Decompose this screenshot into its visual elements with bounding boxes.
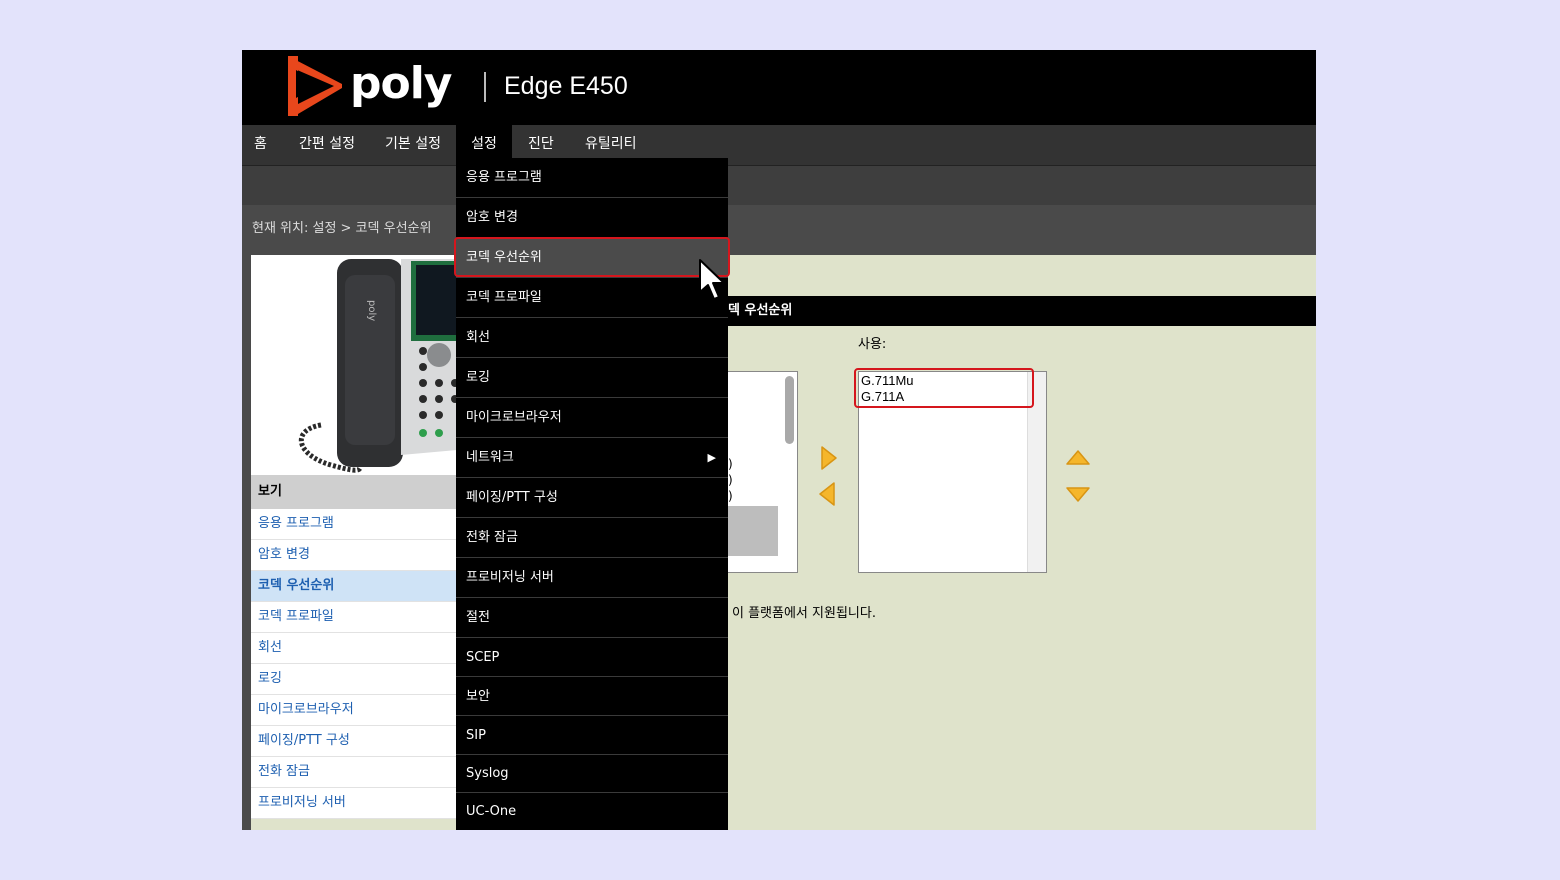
menu-item-syslog[interactable]: Syslog bbox=[456, 755, 728, 793]
menu-item-lines[interactable]: 회선 bbox=[456, 318, 728, 358]
sidebar-item-applications[interactable]: 응용 프로그램 bbox=[251, 509, 457, 540]
list-item[interactable]: ) bbox=[728, 488, 733, 504]
menu-item-paging-ptt[interactable]: 페이징/PTT 구성 bbox=[456, 478, 728, 518]
menu-item-applications[interactable]: 응용 프로그램 bbox=[456, 158, 728, 198]
disabled-codecs-list[interactable]: ) ) ) bbox=[728, 371, 798, 573]
menu-item-security[interactable]: 보안 bbox=[456, 677, 728, 716]
sidebar-item-codec-profile[interactable]: 코덱 프로파일 bbox=[251, 602, 457, 633]
sidebar-heading: 보기 bbox=[251, 475, 457, 509]
menu-item-power-saving[interactable]: 절전 bbox=[456, 598, 728, 638]
browser-window: poly Edge E450 홈 간편 설정 기본 설정 설정 진단 유틸리티 … bbox=[242, 50, 1316, 830]
menu-item-label: SIP bbox=[466, 728, 486, 743]
menu-item-label: 전화 잠금 bbox=[466, 530, 518, 545]
menu-item-label: 마이크로브라우저 bbox=[466, 410, 562, 425]
sidebar-item-lines[interactable]: 회선 bbox=[251, 633, 457, 664]
header-bar: poly Edge E450 bbox=[242, 50, 1316, 125]
move-right-arrow-icon[interactable] bbox=[820, 445, 838, 471]
sidebar-item-phone-lock[interactable]: 전화 잠금 bbox=[251, 757, 457, 788]
header-divider bbox=[484, 72, 486, 102]
logo-text: poly bbox=[350, 58, 452, 109]
menu-item-label: 코덱 프로파일 bbox=[466, 290, 542, 305]
move-up-arrow-icon[interactable] bbox=[1065, 448, 1091, 466]
submenu-arrow-icon: ▶ bbox=[707, 451, 716, 464]
menu-item-label: 로깅 bbox=[466, 370, 490, 385]
main-nav: 홈 간편 설정 기본 설정 설정 진단 유틸리티 bbox=[242, 125, 1316, 166]
sidebar-item-provisioning-server[interactable]: 프로비저닝 서버 bbox=[251, 788, 457, 819]
menu-item-label: UC-One bbox=[466, 804, 517, 819]
nav-home[interactable]: 홈 bbox=[254, 125, 267, 165]
sidebar-item-codec-priority[interactable]: 코덱 우선순위 bbox=[251, 571, 457, 602]
menu-item-network[interactable]: 네트워크 ▶ bbox=[456, 438, 728, 478]
list-scrollbar[interactable] bbox=[785, 376, 794, 444]
menu-item-codec-profile[interactable]: 코덱 프로파일 bbox=[456, 278, 728, 318]
highlight-box bbox=[454, 237, 730, 277]
panel-title: 덱 우선순위 bbox=[728, 296, 1316, 326]
menu-item-phone-lock[interactable]: 전화 잠금 bbox=[456, 518, 728, 558]
highlight-box bbox=[854, 368, 1034, 408]
sidebar-item-change-password[interactable]: 암호 변경 bbox=[251, 540, 457, 571]
platform-note: 이 플랫폼에서 지원됩니다. bbox=[732, 606, 876, 621]
menu-item-label: 응용 프로그램 bbox=[466, 170, 542, 185]
phone-image: poly bbox=[251, 255, 457, 475]
sub-toolbar bbox=[242, 166, 1316, 205]
list-selection bbox=[728, 506, 778, 556]
menu-item-uc-one[interactable]: UC-One bbox=[456, 793, 728, 830]
product-name: Edge E450 bbox=[504, 72, 628, 100]
mouse-cursor-icon bbox=[699, 259, 725, 300]
menu-item-microbrowser[interactable]: 마이크로브라우저 bbox=[456, 398, 728, 438]
menu-item-label: 암호 변경 bbox=[466, 210, 518, 225]
nav-basic-settings[interactable]: 기본 설정 bbox=[385, 125, 441, 165]
sidebar: 보기 응용 프로그램 암호 변경 코덱 우선순위 코덱 프로파일 회선 로깅 마… bbox=[251, 475, 457, 819]
svg-text:poly: poly bbox=[366, 300, 377, 321]
menu-item-label: 보안 bbox=[466, 689, 490, 704]
menu-item-label: 페이징/PTT 구성 bbox=[466, 490, 558, 505]
menu-item-label: Syslog bbox=[466, 766, 509, 781]
menu-item-sip[interactable]: SIP bbox=[456, 716, 728, 755]
menu-item-label: SCEP bbox=[466, 650, 500, 665]
breadcrumb: 현재 위치: 설정 > 코덱 우선순위 bbox=[252, 221, 432, 236]
enabled-codecs-label: 사용: bbox=[858, 337, 887, 352]
list-item[interactable]: ) bbox=[728, 456, 733, 472]
move-left-arrow-icon[interactable] bbox=[818, 481, 836, 507]
menu-item-label: 네트워크 bbox=[466, 450, 514, 465]
sidebar-item-paging-ptt[interactable]: 페이징/PTT 구성 bbox=[251, 726, 457, 757]
nav-simple-setup[interactable]: 간편 설정 bbox=[299, 125, 355, 165]
sidebar-item-logging[interactable]: 로깅 bbox=[251, 664, 457, 695]
menu-item-provisioning-server[interactable]: 프로비저닝 서버 bbox=[456, 558, 728, 598]
poly-logo-icon bbox=[288, 56, 342, 116]
menu-item-label: 회선 bbox=[466, 330, 490, 345]
menu-item-label: 프로비저닝 서버 bbox=[466, 570, 554, 585]
list-item[interactable]: ) bbox=[728, 472, 733, 488]
left-frame bbox=[242, 255, 251, 830]
menu-item-scep[interactable]: SCEP bbox=[456, 638, 728, 677]
menu-item-logging[interactable]: 로깅 bbox=[456, 358, 728, 398]
move-down-arrow-icon[interactable] bbox=[1065, 486, 1091, 504]
menu-item-label: 절전 bbox=[466, 610, 490, 625]
menu-item-change-password[interactable]: 암호 변경 bbox=[456, 198, 728, 238]
sidebar-item-microbrowser[interactable]: 마이크로브라우저 bbox=[251, 695, 457, 726]
